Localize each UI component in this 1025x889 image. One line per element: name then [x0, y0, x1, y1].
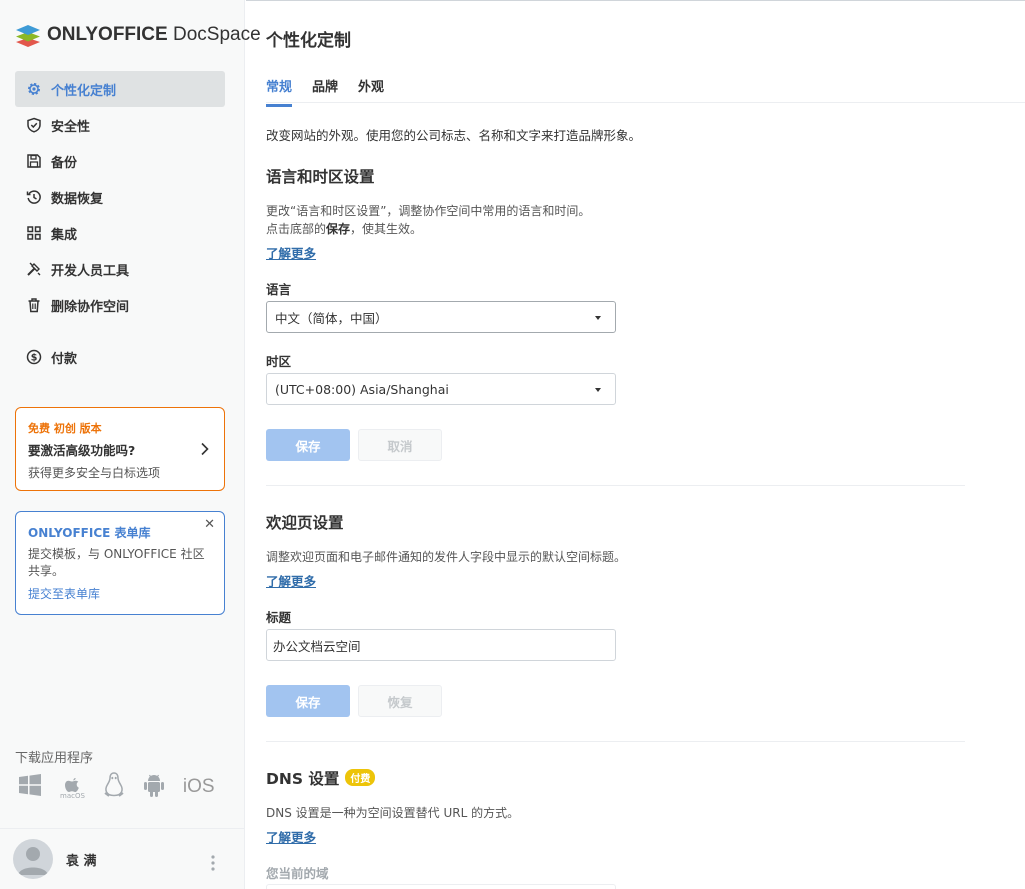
promo-plan-tag: 免费 初创 版本 — [28, 422, 102, 435]
section-divider — [266, 741, 965, 742]
grid-icon — [25, 224, 43, 242]
sidebar-item-customization[interactable]: 个性化定制 — [15, 71, 225, 107]
timezone-select[interactable]: (UTC+08:00) Asia/Shanghai — [266, 373, 616, 405]
language-save-button[interactable]: 保存 — [266, 429, 350, 461]
windows-icon[interactable] — [18, 774, 42, 800]
download-apps-label: 下载应用程序 — [15, 751, 94, 766]
tabs-divider — [266, 102, 1025, 103]
welcome-section-description: 调整欢迎页面和电子邮件通知的发件人字段中显示的默认空间标题。 — [266, 550, 627, 564]
submit-to-gallery-link[interactable]: 提交至表单库 — [28, 585, 212, 602]
save-icon — [25, 152, 43, 170]
promo-subtitle: 获得更多安全与白标选项 — [28, 466, 161, 480]
timezone-select-value: (UTC+08:00) Asia/Shanghai — [275, 381, 449, 397]
promo-heading: 要激活高级功能吗? — [28, 443, 136, 458]
welcome-section-title: 欢迎页设置 — [266, 514, 344, 532]
logo-text: ONLYOFFICE DocSpace — [47, 24, 261, 45]
language-label: 语言 — [266, 282, 292, 297]
sidebar-item-label: 数据恢复 — [51, 191, 104, 207]
language-select-value: 中文（简体，中国） — [275, 310, 388, 326]
dns-learn-more-link[interactable]: 了解更多 — [266, 827, 316, 846]
paid-badge: 付费 — [345, 769, 376, 786]
ios-icon[interactable]: iOS — [183, 776, 215, 798]
dns-section-title: DNS 设置 付费 — [266, 767, 376, 789]
form-gallery-banner: ONLYOFFICE 表单库 提交模板，与 ONLYOFFICE 社区共享。 提… — [15, 511, 225, 615]
close-icon[interactable]: ✕ — [204, 517, 215, 532]
caret-down-icon — [595, 388, 601, 392]
sidebar-item-label: 开发人员工具 — [51, 263, 130, 279]
caret-down-icon — [595, 316, 601, 320]
language-select[interactable]: 中文（简体，中国） — [266, 301, 616, 333]
welcome-learn-more-link[interactable]: 了解更多 — [266, 571, 316, 590]
macos-caption: macOS — [60, 791, 85, 800]
download-apps-row: macOS iOS — [18, 772, 215, 802]
sidebar-nav: 个性化定制 安全性 备份 数据恢复 集成 开发人员工具 删除协作空间 $ 付款 — [15, 71, 225, 375]
macos-icon[interactable]: macOS — [60, 775, 85, 800]
sidebar-item-security[interactable]: 安全性 — [15, 107, 225, 143]
sidebar-item-restore[interactable]: 数据恢复 — [15, 179, 225, 215]
android-icon[interactable] — [143, 772, 165, 802]
page-title: 个性化定制 — [266, 31, 351, 51]
sidebar-item-delete-space[interactable]: 删除协作空间 — [15, 287, 225, 323]
dollar-icon: $ — [25, 348, 43, 366]
sidebar-item-label: 付款 — [51, 351, 78, 367]
form-gallery-heading: ONLYOFFICE 表单库 — [28, 526, 151, 540]
form-gallery-text: 提交模板，与 ONLYOFFICE 社区共享。 — [28, 547, 205, 578]
current-domain-label: 您当前的域 — [266, 866, 329, 881]
avatar[interactable] — [13, 839, 53, 879]
language-learn-more-link[interactable]: 了解更多 — [266, 243, 316, 262]
welcome-restore-button[interactable]: 恢复 — [358, 685, 442, 717]
chevron-right-icon[interactable] — [200, 441, 210, 460]
timezone-label: 时区 — [266, 354, 292, 369]
sidebar-item-payments[interactable]: $ 付款 — [15, 339, 225, 375]
linux-icon[interactable] — [103, 772, 125, 802]
dns-section-description: DNS 设置是一种为空间设置替代 URL 的方式。 — [266, 806, 520, 820]
sidebar-item-label: 个性化定制 — [51, 83, 117, 99]
language-cancel-button[interactable]: 取消 — [358, 429, 442, 461]
sidebar-item-label: 安全性 — [51, 119, 91, 135]
sidebar-item-developer-tools[interactable]: 开发人员工具 — [15, 251, 225, 287]
intro-text: 改变网站的外观。使用您的公司标志、名称和文字来打造品牌形象。 — [266, 128, 642, 143]
main-content: 个性化定制 常规 品牌 外观 改变网站的外观。使用您的公司标志、名称和文字来打造… — [246, 0, 1025, 889]
trash-icon — [25, 296, 43, 314]
user-name: 袁 满 — [66, 853, 97, 869]
language-section-title: 语言和时区设置 — [266, 168, 375, 186]
onlyoffice-logo-icon — [16, 25, 40, 47]
gear-icon — [25, 80, 43, 98]
sidebar-item-label: 备份 — [51, 155, 78, 171]
user-profile-bar[interactable]: 袁 满 — [0, 828, 245, 889]
sidebar-item-label: 集成 — [51, 227, 78, 243]
tools-icon — [25, 260, 43, 278]
sidebar-item-integration[interactable]: 集成 — [15, 215, 225, 251]
sidebar-item-backup[interactable]: 备份 — [15, 143, 225, 179]
svg-text:$: $ — [31, 353, 38, 364]
title-label: 标题 — [266, 610, 292, 625]
welcome-save-button[interactable]: 保存 — [266, 685, 350, 717]
sidebar: ONLYOFFICE DocSpace 个性化定制 安全性 备份 数据恢复 集成… — [0, 0, 261, 889]
sidebar-item-label: 删除协作空间 — [51, 299, 130, 315]
shield-icon — [25, 116, 43, 134]
section-divider — [266, 485, 965, 486]
language-section-description: 更改“语言和时区设置”，调整协作空间中常用的语言和时间。 点击底部的保存，使其生… — [266, 204, 591, 236]
app-logo[interactable]: ONLYOFFICE DocSpace — [15, 22, 261, 48]
welcome-title-input[interactable] — [266, 629, 616, 661]
more-options-icon[interactable] — [211, 855, 215, 875]
current-domain-field[interactable] — [266, 884, 616, 889]
history-icon — [25, 188, 43, 206]
upgrade-promo-banner[interactable]: 免费 初创 版本 要激活高级功能吗? 获得更多安全与白标选项 — [15, 407, 225, 491]
